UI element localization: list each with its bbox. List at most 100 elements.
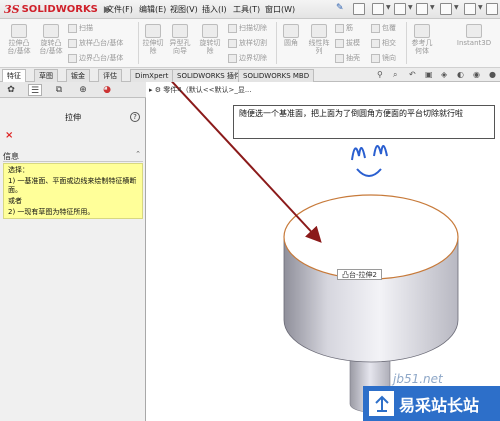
smiley-eyes xyxy=(373,145,388,157)
shell-button[interactable]: 抽壳 xyxy=(335,53,360,63)
display-style-icon[interactable]: ◐ xyxy=(457,70,464,79)
watermark-logo-icon xyxy=(369,391,394,416)
part-name[interactable]: 零件4（默认<<默认>_显... xyxy=(163,86,251,94)
instruction-callout: 随便选一个基准面，把上面为了倒圆角方便面的平台切除就行啦 xyxy=(233,105,495,139)
property-manager-tab-icon[interactable]: ☰ xyxy=(28,84,42,96)
sweep-button[interactable]: 扫描 xyxy=(68,23,93,33)
graphics-area[interactable]: ▸ ⚙ 零件4（默认<<默认>_显... 随便选一个基准面，把上面为了倒圆角方便… xyxy=(147,82,500,421)
mirror-button[interactable]: 镜向 xyxy=(371,53,396,63)
info-section-header[interactable]: 信息 ⌃ xyxy=(3,150,143,162)
revolve-cut-icon xyxy=(202,24,218,38)
loft-boss-button[interactable]: 放样凸台/基体 xyxy=(68,38,123,48)
chevron-down-icon[interactable]: ▼ xyxy=(386,4,391,11)
command-manager-ribbon: 拉伸凸 台/基体 旋转凸 台/基体 扫描 放样凸台/基体 边界凸台/基体 拉伸切… xyxy=(0,19,500,68)
button-label: 筋 xyxy=(346,24,353,32)
dimxpert-manager-tab-icon[interactable]: ⊕ xyxy=(76,84,90,96)
sweep-cut-button[interactable]: 扫描切除 xyxy=(228,23,267,33)
tab-evaluate[interactable]: 评估 xyxy=(98,69,122,82)
button-label: 边界凸台/基体 xyxy=(79,54,124,62)
section-view-icon[interactable]: ▣ xyxy=(425,70,433,79)
tab-dimxpert[interactable]: DimXpert xyxy=(130,69,174,82)
print-icon[interactable] xyxy=(440,3,452,15)
display-manager-tab-icon[interactable]: ◕ xyxy=(100,84,114,96)
button-label: 扫描 xyxy=(79,24,93,32)
boundary-icon xyxy=(68,53,77,63)
button-label: 边界切除 xyxy=(239,54,267,62)
extrude-boss-button[interactable]: 拉伸凸 台/基体 xyxy=(4,24,34,55)
save-icon[interactable] xyxy=(416,3,428,15)
new-document-icon[interactable] xyxy=(372,3,384,15)
revolve-cut-button[interactable]: 旋转切 除 xyxy=(197,24,223,55)
view-orientation-icon[interactable]: ◈ xyxy=(441,70,447,79)
previous-view-icon[interactable]: ↶ xyxy=(409,70,416,79)
panel-title: 拉伸 xyxy=(65,113,81,122)
watermark-banner: 易采站长站 xyxy=(363,386,500,421)
draft-icon xyxy=(335,38,344,48)
configuration-manager-tab-icon[interactable]: ⧉ xyxy=(52,84,66,96)
tab-sheet-metal[interactable]: 钣金 xyxy=(66,69,90,82)
chevron-down-icon[interactable]: ▼ xyxy=(454,4,459,11)
chevron-down-icon[interactable]: ▼ xyxy=(430,4,435,11)
linear-pattern-icon xyxy=(311,24,327,38)
feature-name-tag[interactable]: 凸台-拉伸2 xyxy=(337,269,382,280)
rib-button[interactable]: 筋 xyxy=(335,23,353,33)
button-label: 抽壳 xyxy=(346,54,360,62)
boundary-cut-button[interactable]: 边界切除 xyxy=(228,53,267,63)
loft-cut-button[interactable]: 放样切割 xyxy=(228,38,267,48)
solidworks-logo[interactable]: 3S SOLIDWORKS ▶ xyxy=(4,2,111,17)
chevron-up-icon[interactable]: ⌃ xyxy=(135,150,141,158)
boss-top-face[interactable] xyxy=(283,194,459,280)
open-icon[interactable] xyxy=(394,3,406,15)
command-tabs: 特征 草图 钣金 评估 DimXpert SOLIDWORKS 插件 SOLID… xyxy=(0,68,500,82)
tab-sketch[interactable]: 草图 xyxy=(34,69,58,82)
draft-button[interactable]: 拔模 xyxy=(335,38,360,48)
intersect-button[interactable]: 相交 xyxy=(371,38,396,48)
menu-edit[interactable]: 编辑(E) xyxy=(139,4,166,15)
tab-solidworks-mbd[interactable]: SOLIDWORKS MBD xyxy=(238,69,315,82)
smiley-mouth xyxy=(356,168,382,177)
tab-features[interactable]: 特征 xyxy=(2,69,26,82)
hide-show-icon[interactable]: ◉ xyxy=(473,70,480,79)
ds-logo-mark: 3S xyxy=(4,3,20,16)
feature-tree-flyout[interactable]: ▸ ⚙ 零件4（默认<<默认>_显... xyxy=(149,85,252,95)
chevron-down-icon[interactable]: ▼ xyxy=(408,4,413,11)
app-name: SOLIDWORKS xyxy=(21,4,98,15)
menu-window[interactable]: 窗口(W) xyxy=(265,4,295,15)
extrude-cut-button[interactable]: 拉伸切 除 xyxy=(141,24,165,55)
help-icon[interactable]: ? xyxy=(130,112,140,122)
button-label: 拔模 xyxy=(346,39,360,47)
close-icon[interactable]: × xyxy=(5,130,13,141)
boundary-boss-button[interactable]: 边界凸台/基体 xyxy=(68,53,123,63)
menu-insert[interactable]: 插入(I) xyxy=(202,4,227,15)
wrap-button[interactable]: 包覆 xyxy=(371,23,396,33)
button-label: 拉伸切 除 xyxy=(142,39,164,55)
linear-pattern-button[interactable]: 线性阵 列 xyxy=(306,24,332,55)
appearance-icon[interactable]: ● xyxy=(489,70,496,79)
tab-solidworks-addins[interactable]: SOLIDWORKS 插件 xyxy=(172,69,246,82)
button-label: Instant3D xyxy=(456,39,492,47)
zoom-area-icon[interactable]: ⌕ xyxy=(393,70,397,80)
button-label: 旋转凸 台/基体 xyxy=(39,39,63,55)
feature-manager-tab-icon[interactable]: ✿ xyxy=(4,84,18,96)
menu-view[interactable]: 视图(V) xyxy=(170,4,198,15)
undo-icon[interactable] xyxy=(464,3,476,15)
sweep-cut-icon xyxy=(228,23,237,33)
fillet-button[interactable]: 圆角 xyxy=(279,24,303,47)
menu-file[interactable]: 文件(F) xyxy=(106,4,133,15)
select-icon[interactable] xyxy=(486,3,498,15)
reference-geometry-button[interactable]: 参考几 何体 xyxy=(408,24,436,55)
revolve-boss-button[interactable]: 旋转凸 台/基体 xyxy=(36,24,66,55)
home-icon[interactable] xyxy=(353,3,365,15)
property-manager-panel: ✿ ☰ ⧉ ⊕ ◕ 拉伸 ? × 信息 ⌃ 选择： 1) 一基准面、平面或边线来… xyxy=(0,82,146,421)
button-label: 扫描切除 xyxy=(239,24,267,32)
instant3d-button[interactable]: Instant3D xyxy=(454,24,494,47)
info-line: 2) 一现有草图为特征所用。 xyxy=(8,208,95,216)
fillet-icon xyxy=(283,24,299,38)
chevron-down-icon[interactable]: ▼ xyxy=(478,4,483,11)
hole-wizard-button[interactable]: 异型孔 向导 xyxy=(167,24,193,55)
extrude-cut-icon xyxy=(145,24,161,38)
button-label: 异型孔 向导 xyxy=(169,39,191,55)
menu-tools[interactable]: 工具(T) xyxy=(233,4,260,15)
zoom-search-icon[interactable]: ⚲ xyxy=(377,70,383,79)
pin-icon[interactable]: ✎ xyxy=(336,3,344,13)
